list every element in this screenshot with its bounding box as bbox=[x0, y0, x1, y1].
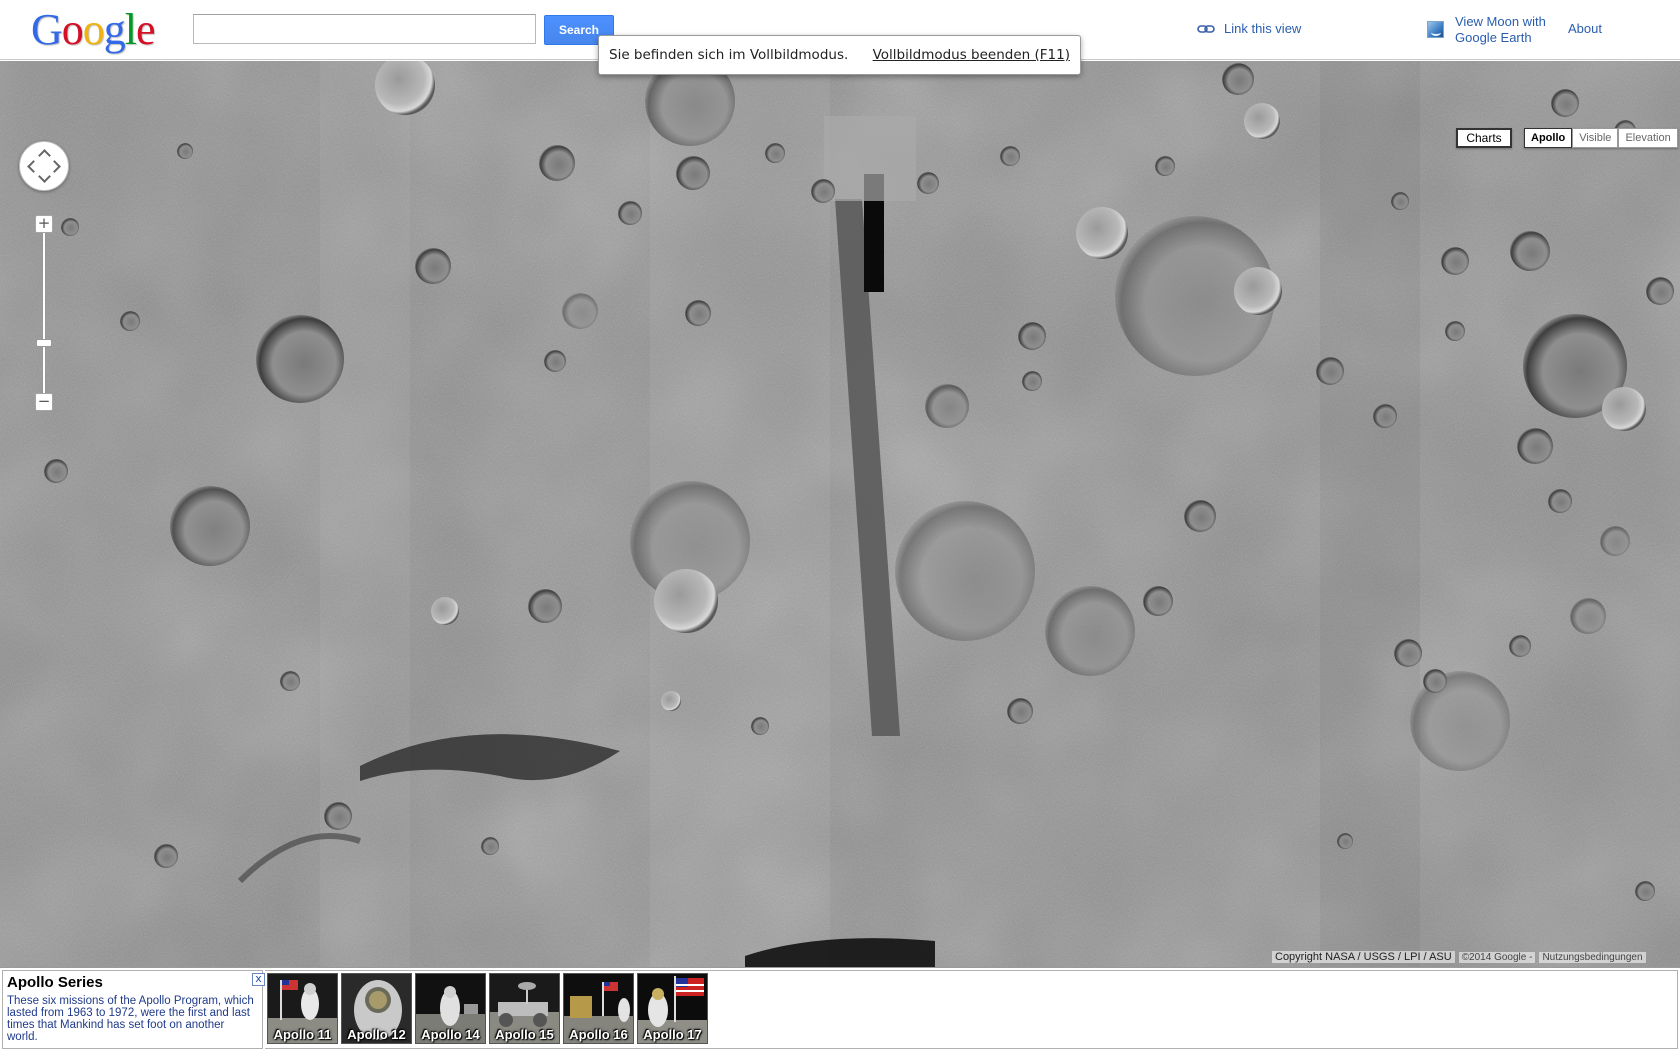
copyright-strip: Copyright NASA / USGS / LPI / ASU ©2014 … bbox=[1272, 949, 1646, 965]
google-earth-label: View Moon with Google Earth bbox=[1455, 14, 1546, 46]
logo-letter: G bbox=[31, 5, 63, 54]
view-in-google-earth-link[interactable]: View Moon with Google Earth bbox=[1427, 14, 1546, 46]
mission-thumbnails: Apollo 11 Apollo 12 Apollo 14 Apollo 15 … bbox=[265, 970, 1678, 1049]
link-this-view-link[interactable]: Link this view bbox=[1197, 21, 1301, 37]
zoom-control: + − bbox=[35, 215, 53, 415]
search-input[interactable] bbox=[193, 14, 536, 44]
zoom-in-button[interactable]: + bbox=[35, 215, 53, 233]
chain-link-icon bbox=[1197, 25, 1215, 33]
zoom-out-button[interactable]: − bbox=[35, 393, 53, 411]
fullscreen-notice: Sie befinden sich im Vollbildmodus. Voll… bbox=[598, 35, 1081, 75]
logo-letter: o bbox=[61, 5, 84, 54]
mission-thumb-apollo-14[interactable]: Apollo 14 bbox=[415, 973, 486, 1044]
pan-left-icon[interactable] bbox=[27, 160, 40, 173]
mission-label: Apollo 12 bbox=[347, 1027, 406, 1042]
pan-down-icon[interactable] bbox=[38, 170, 51, 183]
map-type-apollo[interactable]: Apollo bbox=[1524, 128, 1573, 148]
logo-letter: e bbox=[136, 5, 156, 54]
exit-fullscreen-link[interactable]: Vollbildmodus beenden (F11) bbox=[873, 47, 1070, 63]
earth-line-1: View Moon with bbox=[1455, 14, 1546, 29]
mission-thumb-apollo-11[interactable]: Apollo 11 bbox=[267, 973, 338, 1044]
mission-thumb-apollo-15[interactable]: Apollo 15 bbox=[489, 973, 560, 1044]
apollo-series-panel: Apollo Series These six missions of the … bbox=[0, 967, 1680, 1050]
fullscreen-message: Sie befinden sich im Vollbildmodus. bbox=[609, 47, 849, 63]
earth-line-2: Google Earth bbox=[1455, 30, 1532, 45]
close-icon[interactable]: x bbox=[252, 973, 265, 986]
logo-letter: o bbox=[82, 5, 105, 54]
moon-surface-imagery bbox=[0, 61, 1680, 967]
copyright-google: ©2014 Google - bbox=[1458, 951, 1536, 963]
series-title: Apollo Series bbox=[7, 974, 103, 991]
logo-letter: g bbox=[103, 5, 126, 54]
moon-map[interactable]: + − Charts Apollo Visible Elevation Copy… bbox=[0, 61, 1680, 967]
copyright-text: Copyright NASA / USGS / LPI / ASU bbox=[1272, 951, 1455, 963]
mission-label: Apollo 17 bbox=[643, 1027, 702, 1042]
mission-thumb-apollo-17[interactable]: Apollo 17 bbox=[637, 973, 708, 1044]
map-type-visible[interactable]: Visible bbox=[1572, 128, 1619, 148]
mission-thumb-apollo-12[interactable]: Apollo 12 bbox=[341, 973, 412, 1044]
zoom-slider-track[interactable] bbox=[43, 229, 45, 409]
about-link[interactable]: About bbox=[1568, 21, 1602, 37]
mission-label: Apollo 14 bbox=[421, 1027, 480, 1042]
mission-label: Apollo 16 bbox=[569, 1027, 628, 1042]
map-type-elevation[interactable]: Elevation bbox=[1618, 128, 1678, 148]
google-earth-icon bbox=[1427, 21, 1444, 38]
link-this-view-label: Link this view bbox=[1224, 21, 1302, 36]
charts-toggle-button[interactable]: Charts bbox=[1456, 128, 1512, 148]
map-type-selector: Apollo Visible Elevation bbox=[1524, 128, 1678, 148]
logo-letter: l bbox=[124, 5, 137, 54]
google-logo[interactable]: Google bbox=[31, 5, 156, 54]
series-description: These six missions of the Apollo Program… bbox=[7, 995, 254, 1043]
mission-label: Apollo 11 bbox=[273, 1027, 332, 1042]
series-info-box: Apollo Series These six missions of the … bbox=[2, 970, 265, 1049]
pan-up-icon[interactable] bbox=[38, 149, 51, 162]
mission-thumb-apollo-16[interactable]: Apollo 16 bbox=[563, 973, 634, 1044]
pan-right-icon[interactable] bbox=[48, 160, 61, 173]
pan-control[interactable] bbox=[19, 141, 69, 191]
mission-label: Apollo 15 bbox=[495, 1027, 554, 1042]
terms-of-use-link[interactable]: Nutzungsbedingungen bbox=[1539, 951, 1646, 963]
zoom-slider-handle[interactable] bbox=[36, 339, 52, 347]
app-window: Google Search Link this view View Moon w… bbox=[0, 0, 1680, 1050]
